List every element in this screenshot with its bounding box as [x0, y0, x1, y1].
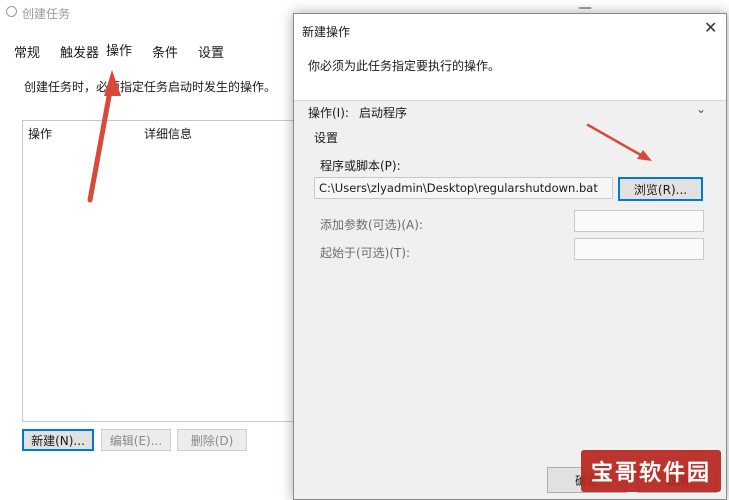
tab-triggers[interactable]: 触发器 — [60, 42, 99, 61]
background-window-title: 创建任务 — [22, 7, 71, 21]
program-path-field[interactable]: C:\Users\zlyadmin\Desktop\regularshutdow… — [314, 177, 613, 199]
chevron-down-icon: ⌄ — [696, 102, 707, 116]
edit-action-button[interactable]: 编辑(E)... — [101, 429, 171, 451]
dialog-body: 操作(I): 启动程序 ⌄ 设置 程序或脚本(P): C:\Users\zlya… — [294, 101, 726, 499]
tab-conditions[interactable]: 条件 — [152, 42, 178, 61]
dialog-header: 新建操作 ✕ 你必须为此任务指定要执行的操作。 — [294, 14, 726, 101]
program-path-value: C:\Users\zlyadmin\Desktop\regularshutdow… — [319, 181, 598, 195]
arguments-field[interactable] — [574, 210, 704, 232]
tab-general[interactable]: 常规 — [14, 42, 40, 61]
column-header-details[interactable]: 详细信息 — [144, 125, 192, 142]
action-label: 操作(I): — [308, 106, 349, 120]
dialog-description: 你必须为此任务指定要执行的操作。 — [308, 59, 501, 73]
dialog-title: 新建操作 — [302, 25, 351, 39]
site-watermark: 宝哥软件园 — [581, 450, 721, 492]
task-clock-icon — [6, 6, 17, 17]
new-action-button[interactable]: 新建(N)... — [22, 429, 94, 451]
program-label: 程序或脚本(P): — [320, 159, 401, 173]
start-in-field[interactable] — [574, 238, 704, 260]
tab-settings[interactable]: 设置 — [198, 42, 224, 61]
actions-table[interactable] — [22, 120, 296, 422]
column-header-action[interactable]: 操作 — [28, 125, 52, 142]
delete-action-button[interactable]: 删除(D) — [177, 429, 247, 451]
close-icon[interactable]: ✕ — [704, 18, 717, 37]
actions-description: 创建任务时，必须指定任务启动时发生的操作。 — [24, 80, 277, 94]
action-select[interactable]: 启动程序 ⌄ — [354, 101, 714, 121]
settings-group-label: 设置 — [314, 131, 339, 145]
browse-button[interactable]: 浏览(R)... — [618, 177, 703, 201]
new-action-dialog: 新建操作 ✕ 你必须为此任务指定要执行的操作。 操作(I): 启动程序 ⌄ 设置… — [293, 13, 727, 500]
arguments-label: 添加参数(可选)(A): — [320, 218, 423, 232]
tab-actions[interactable]: 操作 — [106, 40, 132, 59]
action-select-value: 启动程序 — [359, 106, 408, 120]
start-in-label: 起始于(可选)(T): — [320, 246, 411, 260]
